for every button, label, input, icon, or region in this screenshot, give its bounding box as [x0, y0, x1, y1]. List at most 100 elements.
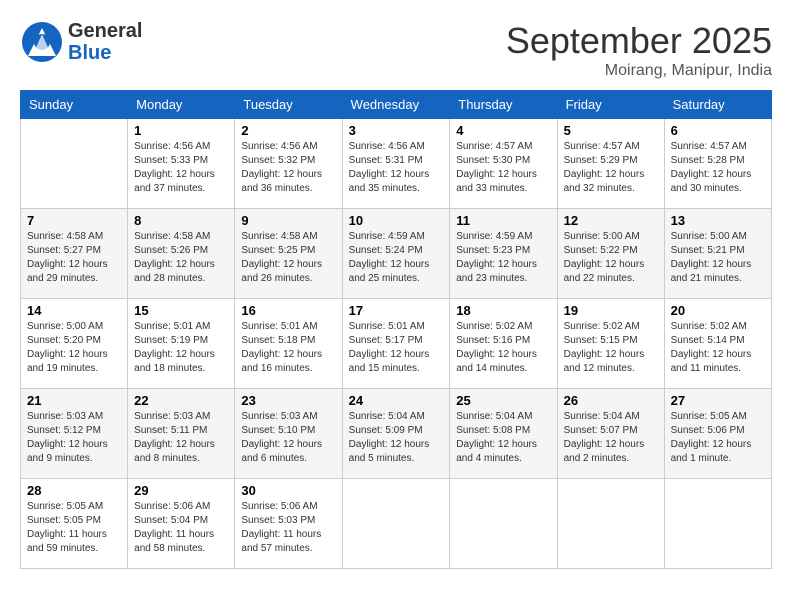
logo-text-general: General [68, 20, 142, 42]
calendar-cell: 22 Sunrise: 5:03 AMSunset: 5:11 PMDayligh… [128, 389, 235, 479]
calendar-cell: 18Sunrise: 5:02 AMSunset: 5:16 PMDayligh… [450, 299, 557, 389]
day-info: Sunrise: 4:59 AMSunset: 5:23 PMDaylight:… [456, 230, 550, 286]
day-info: Sunrise: 4:58 AMSunset: 5:25 PMDaylight:… [241, 230, 335, 286]
calendar-cell: 14 Sunrise: 5:00 AMSunset: 5:20 PMDayligh… [21, 299, 128, 389]
day-number: 8 [134, 213, 228, 228]
day-info: Sunrise: 5:00 AMSunset: 5:20 PMDaylight:… [27, 320, 121, 376]
calendar-cell: 27Sunrise: 5:05 AMSunset: 5:06 PMDayligh… [664, 389, 771, 479]
day-number: 5 [564, 123, 658, 138]
calendar-cell: 29 Sunrise: 5:06 AMSunset: 5:04 PMDayligh… [128, 479, 235, 569]
day-info: Sunrise: 4:56 AMSunset: 5:32 PMDaylight:… [241, 140, 335, 196]
logo-icon [20, 20, 64, 64]
calendar-cell: 15 Sunrise: 5:01 AMSunset: 5:19 PMDayligh… [128, 299, 235, 389]
location: Moirang, Manipur, India [506, 62, 772, 80]
day-number: 21 [27, 393, 121, 408]
calendar-cell: 13Sunrise: 5:00 AMSunset: 5:21 PMDayligh… [664, 209, 771, 299]
calendar-cell: 21Sunrise: 5:03 AMSunset: 5:12 PMDayligh… [21, 389, 128, 479]
calendar-cell: 30 Sunrise: 5:06 AMSunset: 5:03 PMDayligh… [235, 479, 342, 569]
day-number: 16 [241, 303, 335, 318]
day-number: 3 [349, 123, 444, 138]
day-number: 22 [134, 393, 228, 408]
day-info: Sunrise: 5:06 AMSunset: 5:04 PMDaylight:… [134, 500, 228, 556]
logo: General Blue [20, 20, 142, 64]
logo-text-blue: Blue [68, 42, 142, 64]
day-info: Sunrise: 4:57 AMSunset: 5:28 PMDaylight:… [671, 140, 765, 196]
day-info: Sunrise: 5:03 AMSunset: 5:11 PMDaylight:… [134, 410, 228, 466]
day-info: Sunrise: 5:01 AMSunset: 5:18 PMDaylight:… [241, 320, 335, 376]
day-info: Sunrise: 4:56 AMSunset: 5:31 PMDaylight:… [349, 140, 444, 196]
calendar-cell [21, 119, 128, 209]
calendar-cell: 11 Sunrise: 4:59 AMSunset: 5:23 PMDayligh… [450, 209, 557, 299]
day-info: Sunrise: 5:01 AMSunset: 5:17 PMDaylight:… [349, 320, 444, 376]
weekday-header-monday: Monday [128, 91, 235, 119]
calendar-cell: 17Sunrise: 5:01 AMSunset: 5:17 PMDayligh… [342, 299, 450, 389]
day-info: Sunrise: 5:01 AMSunset: 5:19 PMDaylight:… [134, 320, 228, 376]
day-number: 11 [456, 213, 550, 228]
calendar-cell: 16 Sunrise: 5:01 AMSunset: 5:18 PMDayligh… [235, 299, 342, 389]
day-info: Sunrise: 4:58 AMSunset: 5:26 PMDaylight:… [134, 230, 228, 286]
day-number: 4 [456, 123, 550, 138]
weekday-header-saturday: Saturday [664, 91, 771, 119]
calendar-cell: 20Sunrise: 5:02 AMSunset: 5:14 PMDayligh… [664, 299, 771, 389]
weekday-header-tuesday: Tuesday [235, 91, 342, 119]
calendar-cell: 7 Sunrise: 4:58 AMSunset: 5:27 PMDaylight… [21, 209, 128, 299]
calendar-cell: 2 Sunrise: 4:56 AMSunset: 5:32 PMDaylight… [235, 119, 342, 209]
calendar-week-5: 28 Sunrise: 5:05 AMSunset: 5:05 PMDayligh… [21, 479, 772, 569]
day-number: 7 [27, 213, 121, 228]
calendar-week-3: 14 Sunrise: 5:00 AMSunset: 5:20 PMDayligh… [21, 299, 772, 389]
weekday-header-friday: Friday [557, 91, 664, 119]
day-number: 26 [564, 393, 658, 408]
calendar-cell: 23 Sunrise: 5:03 AMSunset: 5:10 PMDayligh… [235, 389, 342, 479]
day-number: 30 [241, 483, 335, 498]
day-info: Sunrise: 4:59 AMSunset: 5:24 PMDaylight:… [349, 230, 444, 286]
calendar-cell: 26 Sunrise: 5:04 AMSunset: 5:07 PMDayligh… [557, 389, 664, 479]
calendar-cell [342, 479, 450, 569]
day-info: Sunrise: 5:04 AMSunset: 5:08 PMDaylight:… [456, 410, 550, 466]
calendar-cell: 25 Sunrise: 5:04 AMSunset: 5:08 PMDayligh… [450, 389, 557, 479]
calendar-cell: 3 Sunrise: 4:56 AMSunset: 5:31 PMDaylight… [342, 119, 450, 209]
calendar-cell: 9Sunrise: 4:58 AMSunset: 5:25 PMDaylight… [235, 209, 342, 299]
day-info: Sunrise: 4:56 AMSunset: 5:33 PMDaylight:… [134, 140, 228, 196]
calendar-cell [664, 479, 771, 569]
weekday-header-row: SundayMondayTuesdayWednesdayThursdayFrid… [21, 91, 772, 119]
calendar-cell [450, 479, 557, 569]
day-number: 25 [456, 393, 550, 408]
page-header: General Blue September 2025 Moirang, Man… [20, 20, 772, 80]
weekday-header-sunday: Sunday [21, 91, 128, 119]
day-number: 14 [27, 303, 121, 318]
day-info: Sunrise: 4:58 AMSunset: 5:27 PMDaylight:… [27, 230, 121, 286]
day-info: Sunrise: 5:04 AMSunset: 5:09 PMDaylight:… [349, 410, 444, 466]
calendar-cell: 1Sunrise: 4:56 AMSunset: 5:33 PMDaylight… [128, 119, 235, 209]
calendar-cell: 12 Sunrise: 5:00 AMSunset: 5:22 PMDayligh… [557, 209, 664, 299]
day-info: Sunrise: 5:05 AMSunset: 5:05 PMDaylight:… [27, 500, 121, 556]
calendar-cell: 28 Sunrise: 5:05 AMSunset: 5:05 PMDayligh… [21, 479, 128, 569]
weekday-header-thursday: Thursday [450, 91, 557, 119]
day-info: Sunrise: 5:02 AMSunset: 5:16 PMDaylight:… [456, 320, 550, 376]
day-number: 6 [671, 123, 765, 138]
day-number: 19 [564, 303, 658, 318]
calendar-cell: 24Sunrise: 5:04 AMSunset: 5:09 PMDayligh… [342, 389, 450, 479]
calendar-cell: 19Sunrise: 5:02 AMSunset: 5:15 PMDayligh… [557, 299, 664, 389]
day-number: 12 [564, 213, 658, 228]
title-area: September 2025 Moirang, Manipur, India [506, 20, 772, 80]
day-number: 15 [134, 303, 228, 318]
day-info: Sunrise: 5:00 AMSunset: 5:22 PMDaylight:… [564, 230, 658, 286]
day-number: 29 [134, 483, 228, 498]
day-number: 23 [241, 393, 335, 408]
day-number: 2 [241, 123, 335, 138]
day-info: Sunrise: 4:57 AMSunset: 5:30 PMDaylight:… [456, 140, 550, 196]
day-info: Sunrise: 5:06 AMSunset: 5:03 PMDaylight:… [241, 500, 335, 556]
weekday-header-wednesday: Wednesday [342, 91, 450, 119]
calendar-cell: 10 Sunrise: 4:59 AMSunset: 5:24 PMDayligh… [342, 209, 450, 299]
day-number: 28 [27, 483, 121, 498]
day-number: 10 [349, 213, 444, 228]
day-info: Sunrise: 5:03 AMSunset: 5:10 PMDaylight:… [241, 410, 335, 466]
calendar-cell: 6 Sunrise: 4:57 AMSunset: 5:28 PMDaylight… [664, 119, 771, 209]
calendar-cell: 5Sunrise: 4:57 AMSunset: 5:29 PMDaylight… [557, 119, 664, 209]
calendar-table: SundayMondayTuesdayWednesdayThursdayFrid… [20, 90, 772, 569]
calendar-week-1: 1Sunrise: 4:56 AMSunset: 5:33 PMDaylight… [21, 119, 772, 209]
calendar-cell: 4 Sunrise: 4:57 AMSunset: 5:30 PMDaylight… [450, 119, 557, 209]
day-number: 27 [671, 393, 765, 408]
calendar-cell [557, 479, 664, 569]
day-info: Sunrise: 5:04 AMSunset: 5:07 PMDaylight:… [564, 410, 658, 466]
